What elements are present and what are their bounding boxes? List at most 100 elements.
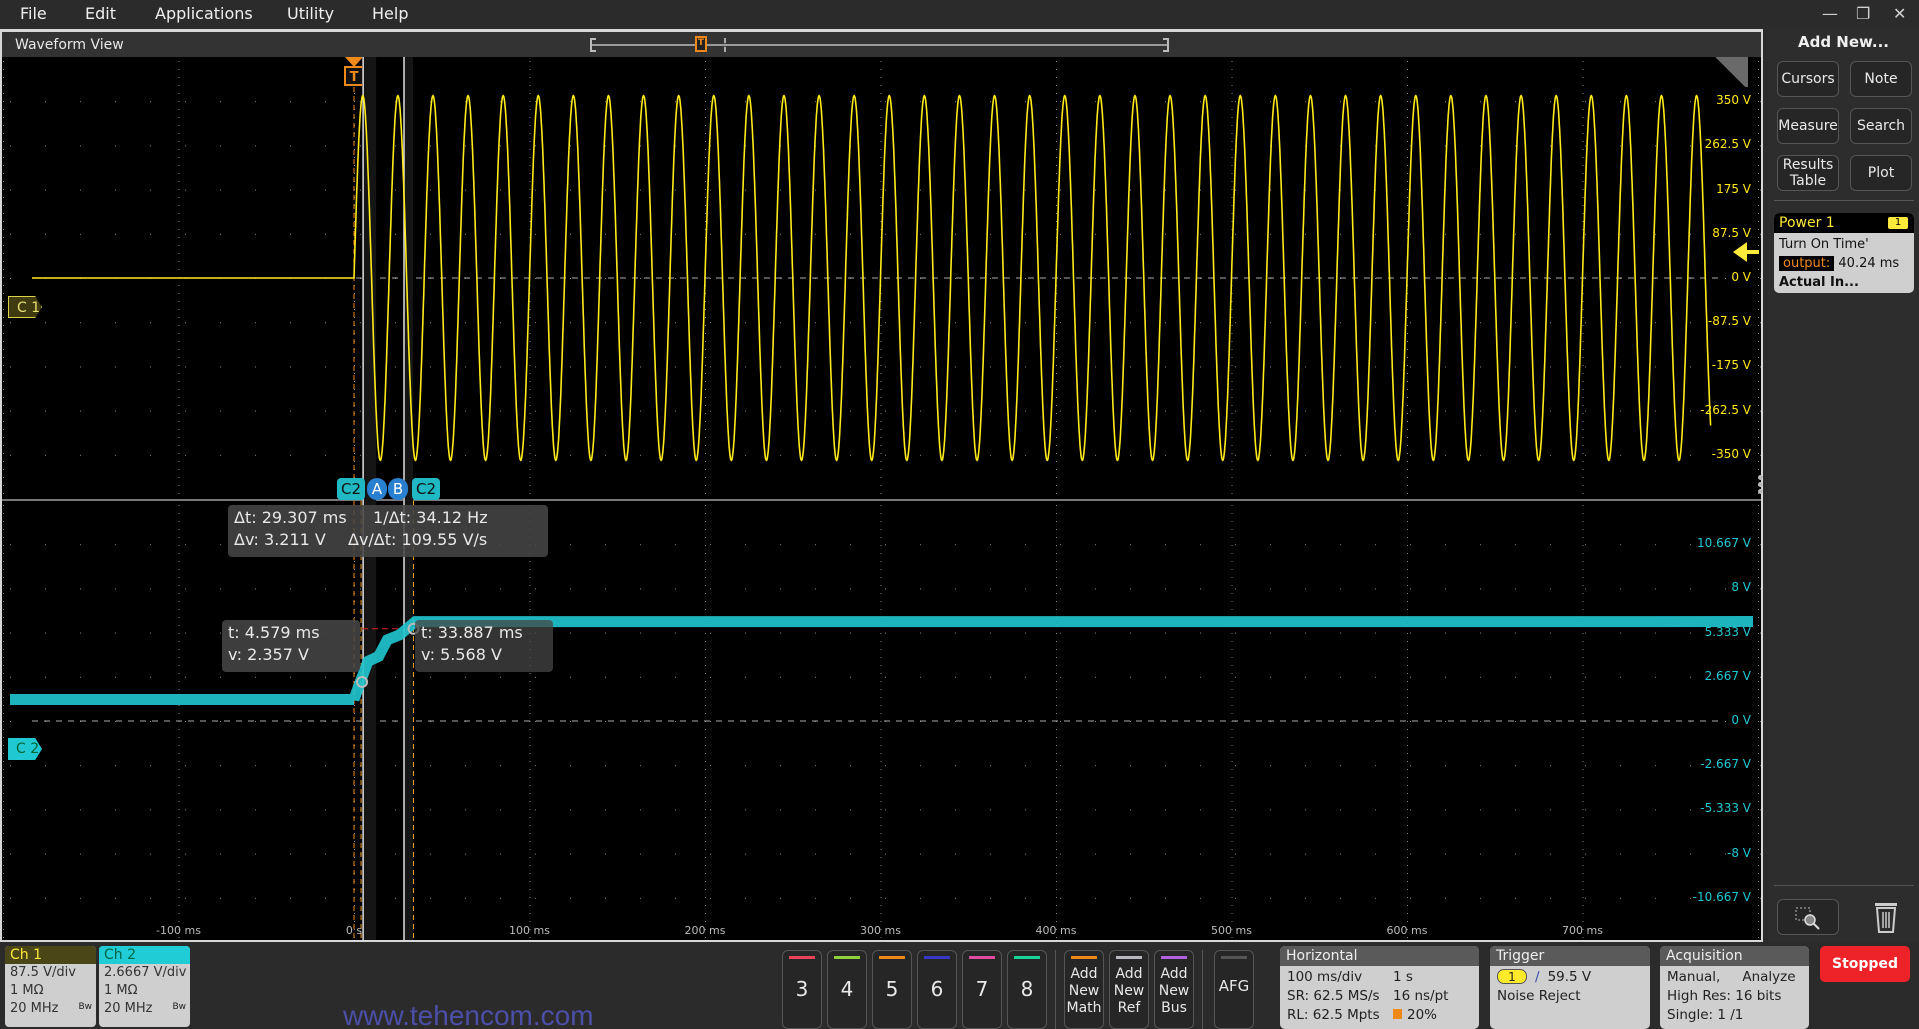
graticule-dot — [178, 157, 180, 158]
waveform-plot[interactable]: T C 1 C 2 350 V 262.5 V 175 V 87.5 V0 V -87.… — [2, 57, 1761, 940]
search-button[interactable]: Search — [1850, 108, 1912, 144]
graticule-dot — [815, 632, 816, 634]
ch2-ground-marker[interactable]: C 2 — [8, 738, 42, 760]
graticule-dot — [1407, 149, 1408, 150]
cursor-b-source-badge[interactable]: C2 — [412, 478, 440, 500]
ch1-badge[interactable]: Ch 1 87.5 V/div 1 MΩ 20 MHz Bw — [5, 946, 96, 1027]
graticule-dot — [1582, 365, 1584, 366]
cursors-button[interactable]: Cursors — [1777, 61, 1839, 97]
graticule-dot — [535, 809, 536, 811]
timeline-view-end[interactable] — [724, 38, 726, 52]
graticule-dot — [290, 189, 291, 191]
graticule-dot — [1200, 189, 1201, 191]
graticule-dot — [605, 809, 606, 811]
graticule-dot — [1758, 809, 1759, 810]
results-table-button[interactable]: Results Table — [1777, 155, 1839, 191]
plot-button[interactable]: Plot — [1850, 155, 1912, 191]
graticule-dot — [3, 221, 4, 222]
note-button[interactable]: Note — [1850, 61, 1912, 97]
graticule-dot — [1410, 322, 1411, 324]
channel-3-button[interactable]: 3 — [782, 950, 822, 1029]
graticule-dot — [529, 873, 531, 874]
graticule-dot — [45, 410, 46, 412]
measure-button[interactable]: Measure — [1777, 108, 1839, 144]
graticule-dot — [1445, 233, 1446, 235]
power-measurement-badge[interactable]: Power 11 Turn On Time' output: 40.24 ms … — [1774, 213, 1914, 293]
cursor-b-readout[interactable]: t: 33.887 ms v: 5.568 V — [415, 620, 553, 672]
afg-button[interactable]: AFG — [1214, 950, 1254, 1029]
graticule-dot — [1056, 221, 1057, 222]
delta-v: Δv: 3.211 V — [234, 530, 326, 549]
menu-applications[interactable]: Applications — [155, 4, 253, 23]
panel-resize-handle[interactable] — [1756, 473, 1764, 499]
graticule-dot — [178, 897, 180, 898]
zoom-corner-icon[interactable] — [1712, 57, 1748, 87]
graticule-dot — [1165, 366, 1166, 368]
channel-7-button[interactable]: 7 — [962, 950, 1002, 1029]
graticule-dot — [710, 189, 711, 191]
graticule-dot — [178, 777, 180, 778]
graticule-dot — [395, 366, 396, 368]
cursor-delta-readout[interactable]: Δt: 29.307 ms 1/Δt: 34.12 Hz Δv: 3.211 VΔ… — [228, 505, 548, 557]
acquisition-badge[interactable]: Acquisition Manual, Analyze High Res: 16 … — [1660, 946, 1809, 1029]
minimize-icon[interactable]: — — [1822, 4, 1838, 23]
graticule-dot — [529, 421, 531, 422]
graticule-dot — [570, 588, 571, 590]
graticule-dot — [1060, 588, 1061, 590]
graticule-dot — [1056, 601, 1057, 602]
graticule-dot — [1515, 897, 1516, 899]
ch2-badge[interactable]: Ch 2 2.6667 V/div 1 MΩ 20 MHz Bw — [99, 946, 190, 1027]
power-output-value: 40.24 ms — [1838, 256, 1900, 271]
graticule-dot — [1305, 101, 1306, 103]
graticule-dot — [1407, 85, 1408, 86]
restore-icon[interactable]: ❐ — [1856, 4, 1870, 23]
graticule-dot — [1407, 673, 1408, 674]
graticule-dot — [1095, 454, 1096, 456]
graticule-dot — [178, 237, 180, 238]
menu-file[interactable]: File — [20, 4, 47, 23]
graticule-dot — [529, 469, 531, 470]
graticule-dot — [1760, 278, 1761, 279]
graticule-dot — [529, 793, 531, 794]
graticule-dot — [3, 809, 4, 810]
graticule-dot — [880, 317, 882, 318]
menu-edit[interactable]: Edit — [85, 4, 116, 23]
horizontal-badge[interactable]: Horizontal 100 ms/div 1 s SR: 62.5 MS/s 16… — [1280, 946, 1479, 1029]
graticule-dot — [354, 101, 355, 102]
graticule-dot — [1582, 649, 1584, 650]
graticule-dot — [465, 366, 466, 368]
graticule-dot — [705, 93, 706, 94]
graticule-dot — [178, 793, 180, 794]
graticule-dot — [1582, 881, 1584, 882]
graticule-dot — [885, 101, 886, 103]
cursor-a-readout[interactable]: t: 4.579 ms v: 2.357 V — [222, 620, 360, 672]
channel-8-button[interactable]: 8 — [1007, 950, 1047, 1029]
menu-utility[interactable]: Utility — [287, 4, 334, 23]
run-stop-status-button[interactable]: Stopped — [1820, 946, 1910, 982]
graticule-dot — [529, 69, 531, 70]
channel-6-button[interactable]: 6 — [917, 950, 957, 1029]
cursor-a-badge[interactable]: A — [367, 478, 387, 500]
channel-5-button[interactable]: 5 — [872, 950, 912, 1029]
add-new-ref-button[interactable]: Add New Ref — [1109, 950, 1149, 1029]
channel-4-button[interactable]: 4 — [827, 950, 867, 1029]
graticule-dot — [535, 366, 536, 368]
ch1-ground-marker[interactable]: C 1 — [8, 296, 42, 318]
record-overview-timeline[interactable]: T — [590, 36, 1169, 52]
graticule-dot — [529, 325, 531, 326]
cursor-a-source-badge[interactable]: C2 — [337, 478, 365, 500]
graticule-dot — [354, 617, 355, 618]
graticule-dot — [3, 285, 4, 286]
add-new-bus-button[interactable]: Add New Bus — [1154, 950, 1194, 1029]
close-icon[interactable]: ✕ — [1893, 4, 1906, 23]
trigger-badge[interactable]: Trigger 1 ∕ 59.5 V Noise Reject — [1490, 946, 1650, 1029]
zoom-region-button[interactable] — [1777, 899, 1839, 935]
graticule-dot — [1758, 293, 1759, 294]
graticule-dot — [1407, 181, 1408, 182]
trash-icon[interactable] — [1866, 897, 1906, 937]
menu-help[interactable]: Help — [372, 4, 408, 23]
cursor-b-badge[interactable]: B — [388, 478, 408, 500]
graticule-dot — [1655, 676, 1656, 678]
add-new-math-button[interactable]: Add New Math — [1064, 950, 1104, 1029]
graticule-dot — [1056, 317, 1057, 318]
